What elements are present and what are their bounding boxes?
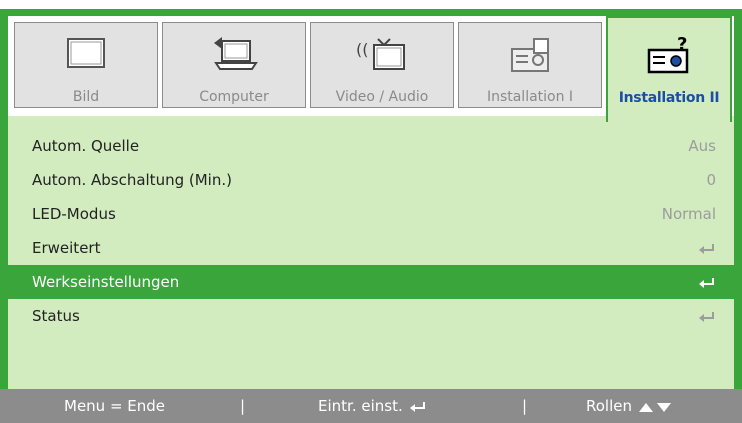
menu-item-label: Werkseinstellungen [32,273,180,291]
tab-label: Video / Audio [335,89,429,105]
tab-computer[interactable]: Computer [162,22,306,108]
menu-item-status[interactable]: Status [8,299,734,333]
projector-help-icon: ? [647,34,689,74]
menu-item-enter [698,273,716,291]
menu-item-werkseinstellungen[interactable]: Werkseinstellungen [8,265,734,299]
menu-item-label: Autom. Quelle [32,137,140,155]
svg-text:?: ? [677,34,687,55]
svg-text:((: (( [356,40,368,59]
enter-icon [699,311,714,322]
footer-scroll-label: Rollen [586,397,632,415]
footer-scroll-hint: Rollen [586,397,675,415]
menu-panel: Bild Computer ((Video / Audio Installat… [8,16,734,389]
menu-item-label: Status [32,307,80,325]
tab-installation-2[interactable]: ? Installation II [606,16,732,122]
menu-item-label: Autom. Abschaltung (Min.) [32,171,232,189]
footer-separator: | [522,397,528,415]
tab-bild[interactable]: Bild [14,22,158,108]
menu-item-label: Erweitert [32,239,101,257]
osd-menu: Bild Computer ((Video / Audio Installat… [0,9,742,423]
enter-icon [409,401,425,412]
monitor-icon [67,38,105,68]
menu-item-erweitert[interactable]: Erweitert [8,231,734,265]
menu-item-label: LED-Modus [32,205,116,223]
menu-item-value: Aus [688,137,716,155]
tab-label: Installation II [618,90,720,106]
menu-item-autom-abschaltung[interactable]: Autom. Abschaltung (Min.) 0 [8,163,734,197]
menu-item-autom-quelle[interactable]: Autom. Quelle Aus [8,129,734,163]
tab-installation-1[interactable]: Installation I [458,22,602,108]
enter-icon [699,243,714,254]
footer-enter-hint: Eintr. einst. [318,397,428,415]
tab-label: Installation I [486,89,574,105]
video-audio-icon: (( [356,38,405,70]
footer-menu-hint: Menu = Ende [64,397,166,415]
tab-video-audio[interactable]: (( Video / Audio [310,22,454,108]
tab-bar: Bild Computer ((Video / Audio Installat… [8,16,734,122]
tab-label: Bild [72,89,100,105]
projector-icon [511,38,549,72]
footer-separator: | [240,397,246,415]
menu-item-value: 0 [706,171,716,189]
menu-item-enter [698,307,716,325]
footer-hint-bar: Menu = Ende | Eintr. einst. | Rollen [0,389,742,423]
footer-enter-label: Eintr. einst. [318,397,403,415]
enter-icon [699,277,714,288]
menu-item-value: Normal [661,205,716,223]
tab-label: Computer [199,89,269,105]
computer-icon [214,37,258,70]
up-down-arrows-icon [638,402,671,412]
menu-item-led-modus[interactable]: LED-Modus Normal [8,197,734,231]
menu-item-enter [698,239,716,257]
